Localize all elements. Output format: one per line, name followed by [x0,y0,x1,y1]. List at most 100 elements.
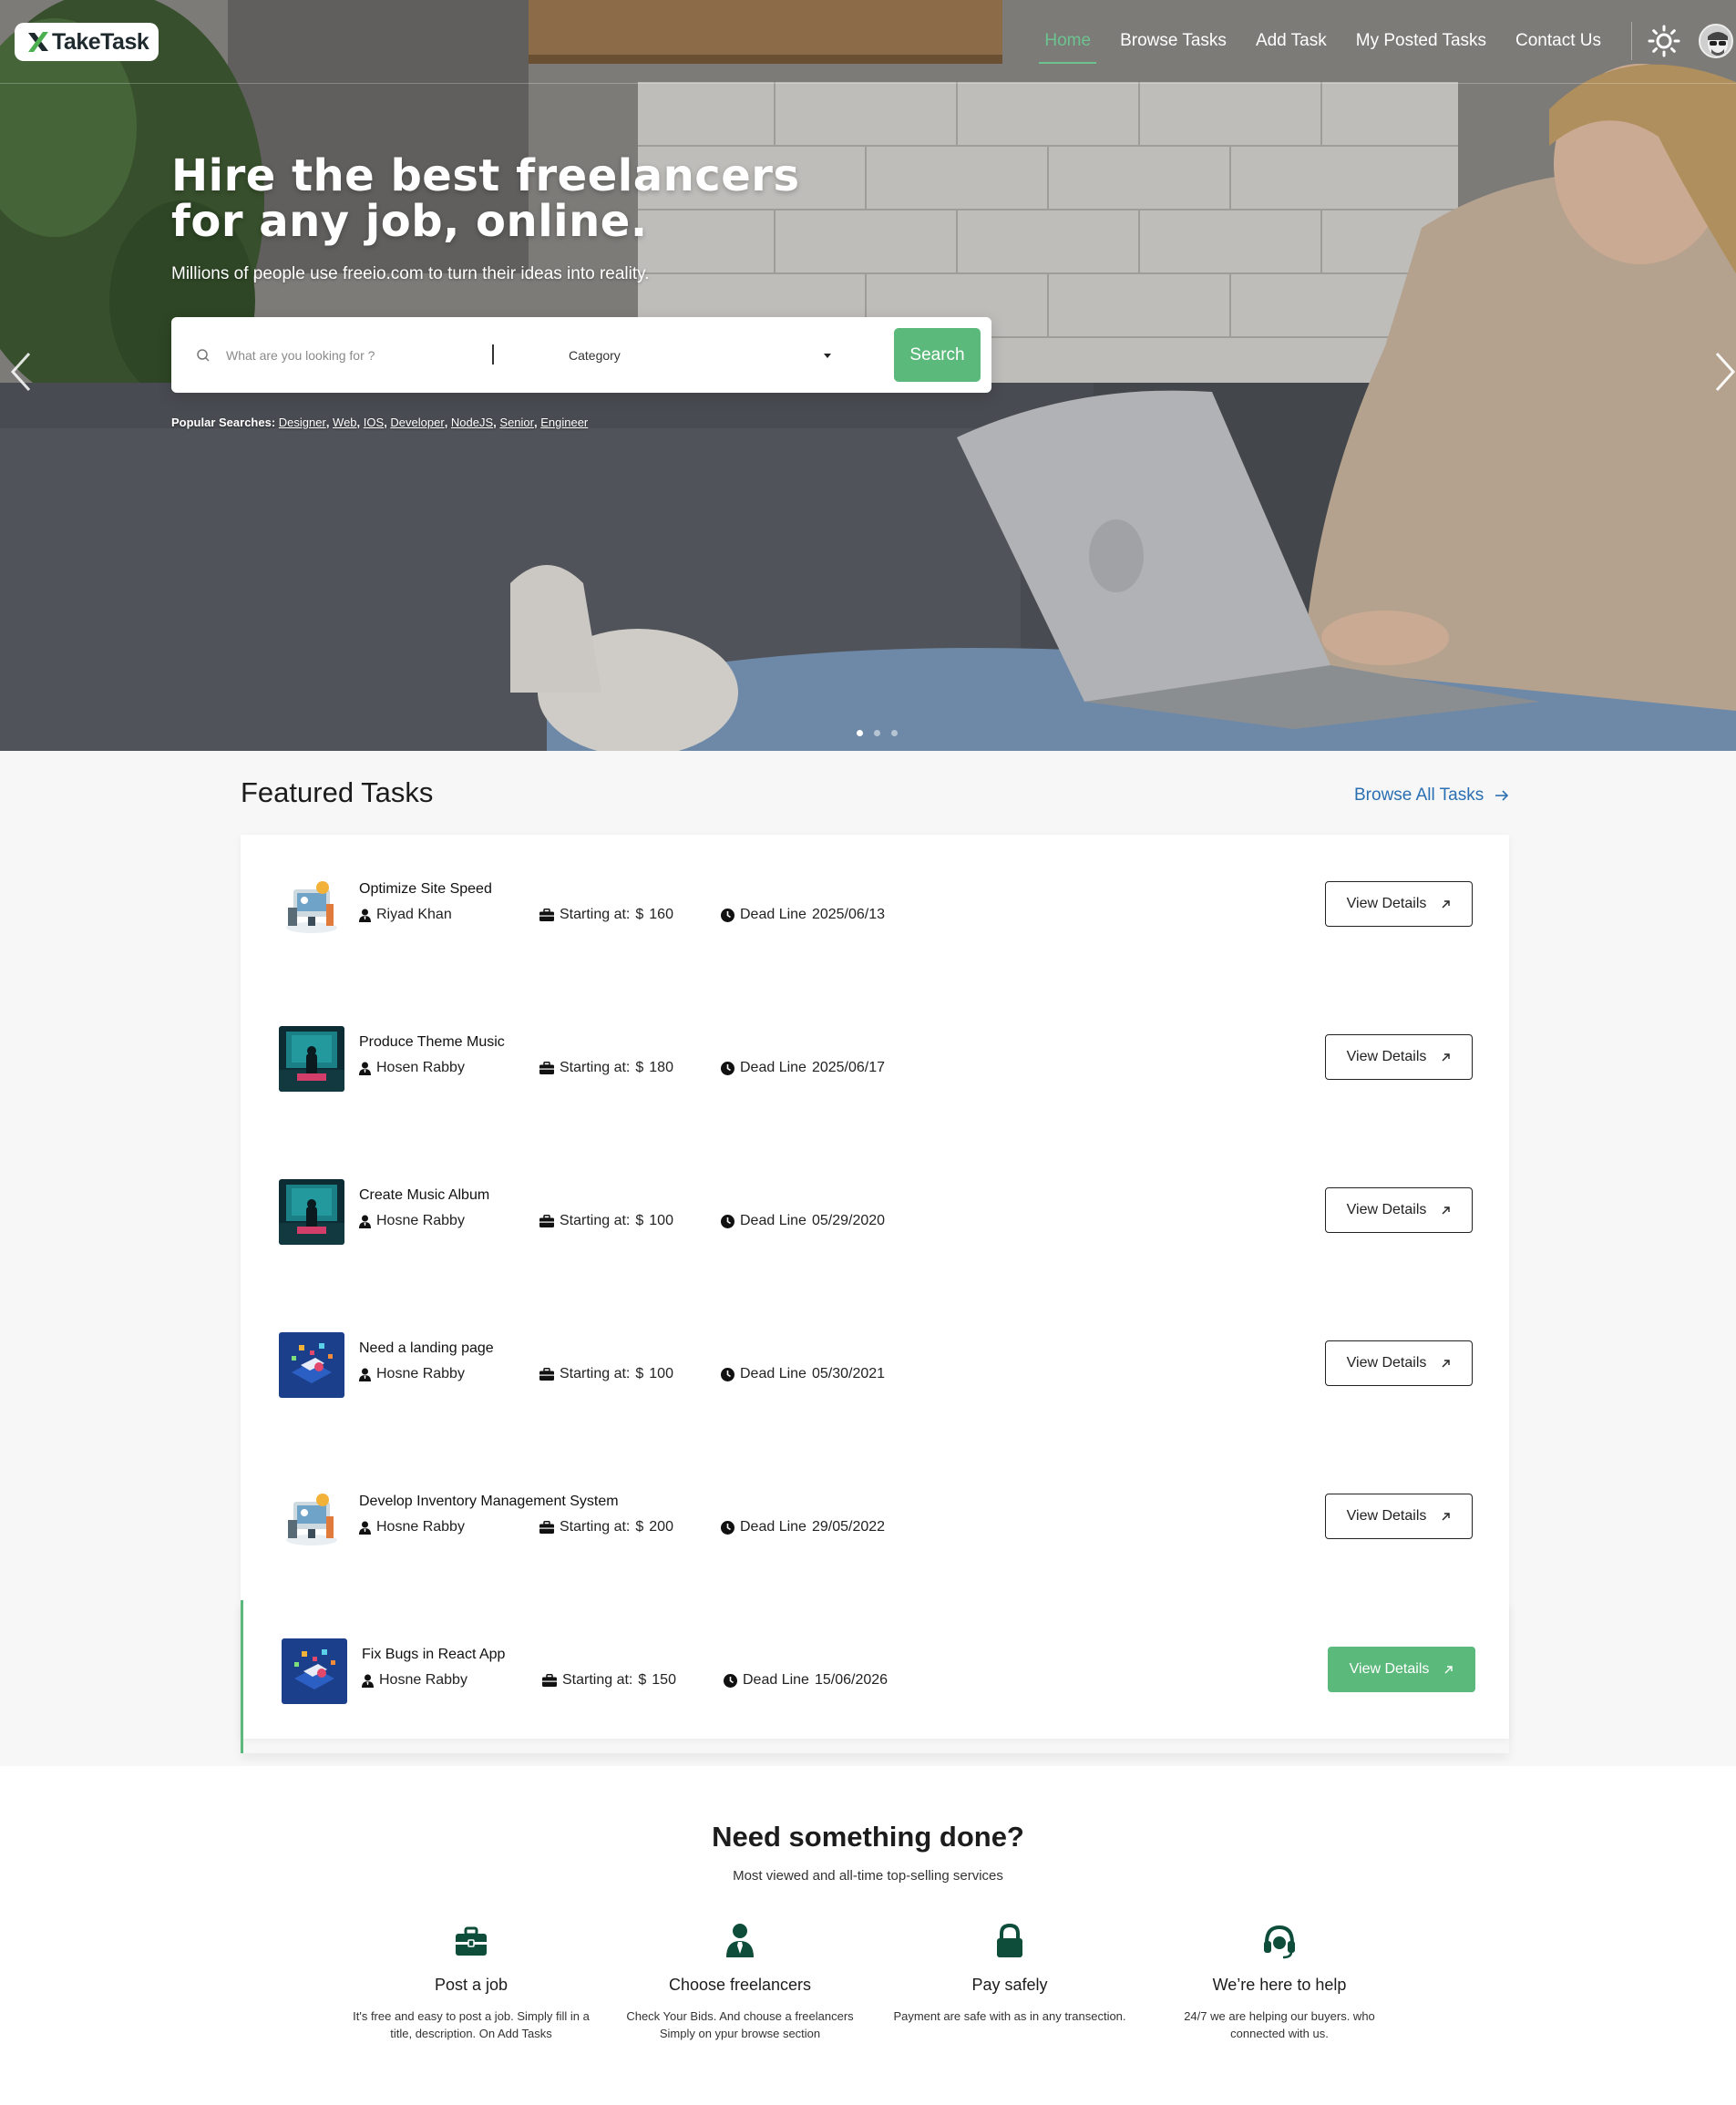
external-arrow-icon [1442,1512,1451,1520]
search-button[interactable]: Search [894,328,981,382]
search-input[interactable] [226,341,481,370]
task-title[interactable]: Produce Theme Music [359,1034,505,1051]
slider-dots [857,730,898,736]
task-thumbnail[interactable] [279,1485,344,1551]
task-price-value: 150 [652,1672,676,1688]
popular-tag-developer[interactable]: Developer [390,416,444,429]
task-deadline-label: Dead Line [740,1519,806,1535]
task-deadline: Dead Line 2025/06/13 [721,907,885,923]
featured-tasks-title: Featured Tasks [241,776,434,808]
task-starting-label: Starting at: [560,907,631,922]
caret-down-icon [824,353,831,358]
feature-desc: Payment are safe with as in any transect… [893,2009,1126,2023]
task-title[interactable]: Need a landing page [359,1340,494,1357]
view-details-button[interactable]: View Details [1325,1340,1473,1386]
view-details-button[interactable]: View Details [1325,881,1473,927]
need-something-done-section: Need something done? Most viewed and all… [0,1766,1736,2105]
task-thumbnail-image [279,1179,344,1245]
hero-title: Hire the best freelancers for any job, o… [171,150,800,247]
slider-next-icon[interactable] [1713,350,1736,394]
task-deadline: Dead Line 05/29/2020 [721,1213,885,1229]
view-details-button[interactable]: View Details [1328,1647,1475,1692]
category-select-label: Category [569,348,621,363]
task-row[interactable]: Fix Bugs in React App Hosne Rabby Starting… [241,1600,1509,1753]
task-row[interactable]: Need a landing page Hosne Rabby Starting a… [241,1294,1509,1447]
task-row[interactable]: Optimize Site Speed Riyad Khan Starting at… [241,835,1509,988]
avatar-face-icon [1700,26,1731,56]
task-deadline: Dead Line 29/05/2022 [721,1519,885,1535]
browse-all-tasks-label: Browse All Tasks [1354,786,1484,805]
task-title[interactable]: Optimize Site Speed [359,881,492,898]
browse-all-tasks-link[interactable]: Browse All Tasks [1354,786,1509,806]
task-thumbnail-image [279,873,344,939]
slider-dot-2[interactable] [874,730,880,736]
slider-dot-1[interactable] [857,730,863,736]
external-arrow-icon [1442,1359,1451,1367]
task-starting-label: Starting at: [560,1213,631,1228]
task-price-value: 100 [649,1213,673,1228]
external-arrow-icon [1444,1665,1454,1673]
nav-add-task[interactable]: Add Task [1241,27,1341,55]
lock-icon [997,1923,1022,1957]
task-author: Hosne Rabby [359,1519,465,1535]
hero-subtitle: Millions of people use freeio.com to tur… [171,264,650,283]
task-price-value: 200 [649,1519,673,1535]
task-title[interactable]: Fix Bugs in React App [362,1647,505,1663]
task-row[interactable]: Create Music Album Hosne Rabby Starting at… [241,1141,1509,1294]
task-author: Hosen Rabby [359,1060,465,1076]
nav-home[interactable]: Home [1030,27,1105,64]
need-subtitle: Most viewed and all-time top-selling ser… [733,1868,1003,1884]
task-starting-label: Starting at: [560,1519,631,1535]
nav-divider [1631,22,1632,60]
task-row[interactable]: Produce Theme Music Hosen Rabby Starting a… [241,988,1509,1141]
popular-tag-engineer[interactable]: Engineer [540,416,588,429]
category-select[interactable]: Category [569,341,833,370]
task-author-name: Hosne Rabby [376,1519,465,1535]
task-thumbnail[interactable] [279,1179,344,1245]
popular-tag-nodejs[interactable]: NodeJS [451,416,493,429]
popular-tag-designer[interactable]: Designer [279,416,326,429]
task-starting-label: Starting at: [560,1060,631,1075]
task-deadline: Dead Line 05/30/2021 [721,1366,885,1382]
task-thumbnail[interactable] [282,1638,347,1704]
task-price-value: 180 [649,1060,673,1075]
view-details-button[interactable]: View Details [1325,1494,1473,1539]
view-details-label: View Details [1346,1049,1427,1064]
nav-my-posted-tasks[interactable]: My Posted Tasks [1341,27,1501,55]
task-row[interactable]: Develop Inventory Management System Hosne… [241,1447,1509,1600]
nav-contact-us[interactable]: Contact Us [1501,27,1616,55]
popular-tag-web[interactable]: Web [333,416,357,429]
popular-tag-senior[interactable]: Senior [499,416,534,429]
task-deadline-value: 15/06/2026 [814,1672,889,1688]
search-box: Category Search [171,317,991,393]
task-price-value: 160 [649,907,673,922]
task-deadline-label: Dead Line [740,1060,806,1075]
view-details-button[interactable]: View Details [1325,1187,1473,1233]
feature-post-job: Post a job It's free and easy to post a … [348,1923,594,2042]
task-deadline-value: 29/05/2022 [811,1519,886,1535]
headset-icon [1264,1925,1295,1959]
task-thumbnail[interactable] [279,1026,344,1092]
feature-desc: It's free and easy to post a job. Simply… [353,2009,590,2040]
task-currency: $ [635,1519,644,1535]
task-thumbnail[interactable] [279,1332,344,1398]
user-tie-icon [726,1924,754,1957]
feature-desc: Check Your Bids. And chouse a freelancer… [626,2009,854,2040]
view-details-label: View Details [1349,1661,1430,1677]
view-details-label: View Details [1346,1508,1427,1524]
task-title[interactable]: Create Music Album [359,1187,489,1204]
slider-dot-3[interactable] [891,730,898,736]
slider-prev-icon[interactable] [9,350,33,394]
task-thumbnail[interactable] [279,873,344,939]
task-title[interactable]: Develop Inventory Management System [359,1494,619,1510]
search-icon [197,349,210,362]
popular-tag-ios[interactable]: IOS [364,416,384,429]
site-logo[interactable]: TakeTask [15,23,159,61]
view-details-button[interactable]: View Details [1325,1034,1473,1080]
user-avatar[interactable] [1699,24,1733,58]
task-price: Starting at: $150 [542,1672,676,1689]
nav-links: Home Browse Tasks Add Task My Posted Tas… [1030,27,1616,64]
featured-tasks-list: Optimize Site Speed Riyad Khan Starting at… [241,835,1509,1753]
nav-browse-tasks[interactable]: Browse Tasks [1105,27,1241,55]
sun-icon[interactable] [1648,25,1680,57]
